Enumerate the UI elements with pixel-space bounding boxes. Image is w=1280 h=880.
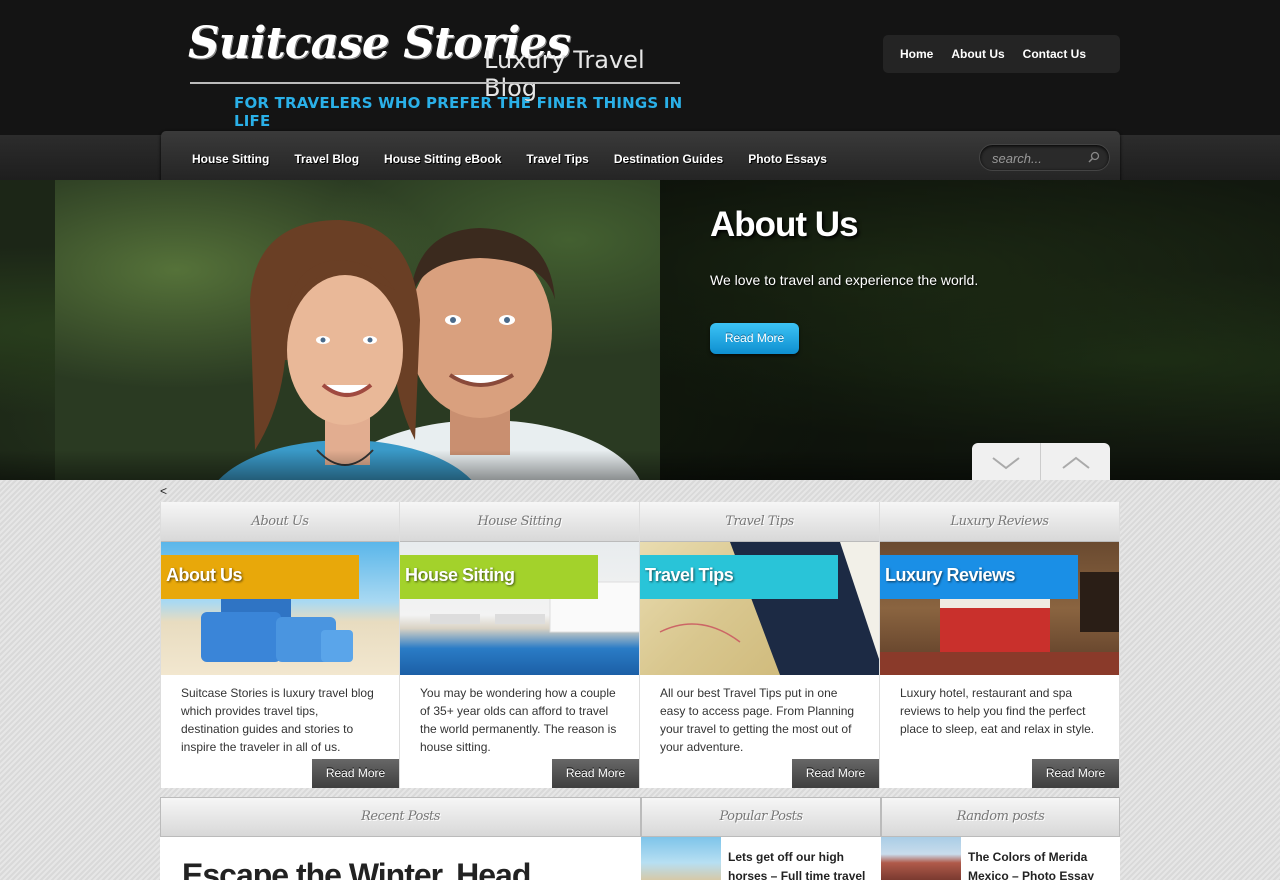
hero-slider: About Us We love to travel and experienc… [0, 180, 1280, 480]
feature-label: House Sitting [400, 555, 598, 599]
feature-text: Luxury hotel, restaurant and spa reviews… [900, 686, 1095, 736]
top-nav-contact-us[interactable]: Contact Us [1023, 47, 1086, 61]
main-nav: House Sitting Travel Blog House Sitting … [161, 131, 1120, 186]
hero-couple-photo [55, 180, 660, 480]
popular-post-title[interactable]: Lets get off our high horses – Full time… [721, 837, 871, 880]
feature-text: All our best Travel Tips put in one easy… [660, 686, 855, 754]
feature-label: About Us [161, 555, 359, 599]
search-input[interactable] [992, 150, 1082, 166]
magnifier-icon[interactable] [1087, 150, 1101, 164]
slider-next-button[interactable] [972, 443, 1041, 480]
feature-box-about-us: About Us About Us Suitcase Stories is lu… [160, 502, 400, 788]
feature-image-hotel-room[interactable]: Luxury Reviews [880, 542, 1119, 675]
post-thumbnail[interactable] [881, 837, 961, 880]
popular-post-item[interactable]: Lets get off our high horses – Full time… [641, 837, 871, 880]
hero-read-more-button[interactable]: Read More [710, 323, 799, 354]
recent-posts: Recent Posts Escape the Winter, Head [160, 797, 641, 880]
site-logo[interactable]: Suitcase Stories Luxury Travel Blog FOR … [188, 14, 688, 130]
feature-label: Luxury Reviews [880, 555, 1078, 599]
search-box [979, 144, 1110, 171]
slider-prev-button[interactable] [1041, 443, 1110, 480]
feature-heading: About Us [161, 502, 399, 542]
random-post-item[interactable]: The Colors of Merida Mexico – Photo Essa… [881, 837, 1111, 880]
random-post-title[interactable]: The Colors of Merida Mexico – Photo Essa… [961, 837, 1111, 880]
random-posts-heading: Random posts [881, 797, 1120, 837]
nav-destination-guides[interactable]: Destination Guides [614, 152, 723, 166]
nav-photo-essays[interactable]: Photo Essays [748, 152, 827, 166]
feature-box-luxury-reviews: Luxury Reviews Luxury Reviews Luxury hot… [880, 502, 1120, 788]
read-more-button[interactable]: Read More [552, 759, 639, 788]
nav-travel-blog[interactable]: Travel Blog [294, 152, 359, 166]
hero-title: About Us [710, 205, 859, 244]
nav-travel-tips[interactable]: Travel Tips [526, 152, 588, 166]
nav-house-sitting[interactable]: House Sitting [192, 152, 269, 166]
feature-text: Suitcase Stories is luxury travel blog w… [181, 686, 374, 754]
post-thumbnail[interactable] [641, 837, 721, 880]
feature-heading: Luxury Reviews [880, 502, 1119, 542]
hero-text: We love to travel and experience the wor… [710, 272, 979, 288]
feature-box-house-sitting: House Sitting House Sitting You may be w… [400, 502, 640, 788]
feature-label: Travel Tips [640, 555, 838, 599]
feature-text: You may be wondering how a couple of 35+… [420, 686, 617, 754]
feature-boxes: About Us About Us Suitcase Stories is lu… [160, 502, 1122, 788]
read-more-button[interactable]: Read More [792, 759, 879, 788]
nav-house-sitting-ebook[interactable]: House Sitting eBook [384, 152, 501, 166]
chevron-down-icon [992, 457, 1020, 470]
top-nav-about-us[interactable]: About Us [951, 47, 1004, 61]
chevron-up-icon [1061, 456, 1090, 469]
feature-image-suitcases[interactable]: About Us [161, 542, 399, 675]
couple-illustration [218, 220, 640, 480]
recent-post-title[interactable]: Escape the Winter, Head [182, 857, 531, 880]
stray-text: < [160, 484, 168, 498]
top-nav-home[interactable]: Home [900, 47, 933, 61]
slider-controls [972, 443, 1110, 480]
posts-section: Recent Posts Escape the Winter, Head Pop… [160, 797, 1120, 880]
popular-posts: Popular Posts Lets get off our high hors… [641, 797, 881, 880]
random-posts: Random posts The Colors of Merida Mexico… [881, 797, 1120, 880]
feature-heading: House Sitting [400, 502, 639, 542]
recent-posts-heading: Recent Posts [160, 797, 641, 837]
feature-box-travel-tips: Travel Tips Travel Tips All our best Tra… [640, 502, 880, 788]
feature-image-pool[interactable]: House Sitting [400, 542, 639, 675]
logo-divider [190, 82, 680, 84]
feature-heading: Travel Tips [640, 502, 879, 542]
read-more-button[interactable]: Read More [312, 759, 399, 788]
read-more-button[interactable]: Read More [1032, 759, 1119, 788]
logo-tagline: FOR TRAVELERS WHO PREFER THE FINER THING… [234, 94, 683, 130]
popular-posts-heading: Popular Posts [641, 797, 881, 837]
top-nav: Home About Us Contact Us [883, 35, 1120, 73]
site-header: Suitcase Stories Luxury Travel Blog FOR … [0, 0, 1280, 135]
feature-image-passport-map[interactable]: Travel Tips [640, 542, 879, 675]
